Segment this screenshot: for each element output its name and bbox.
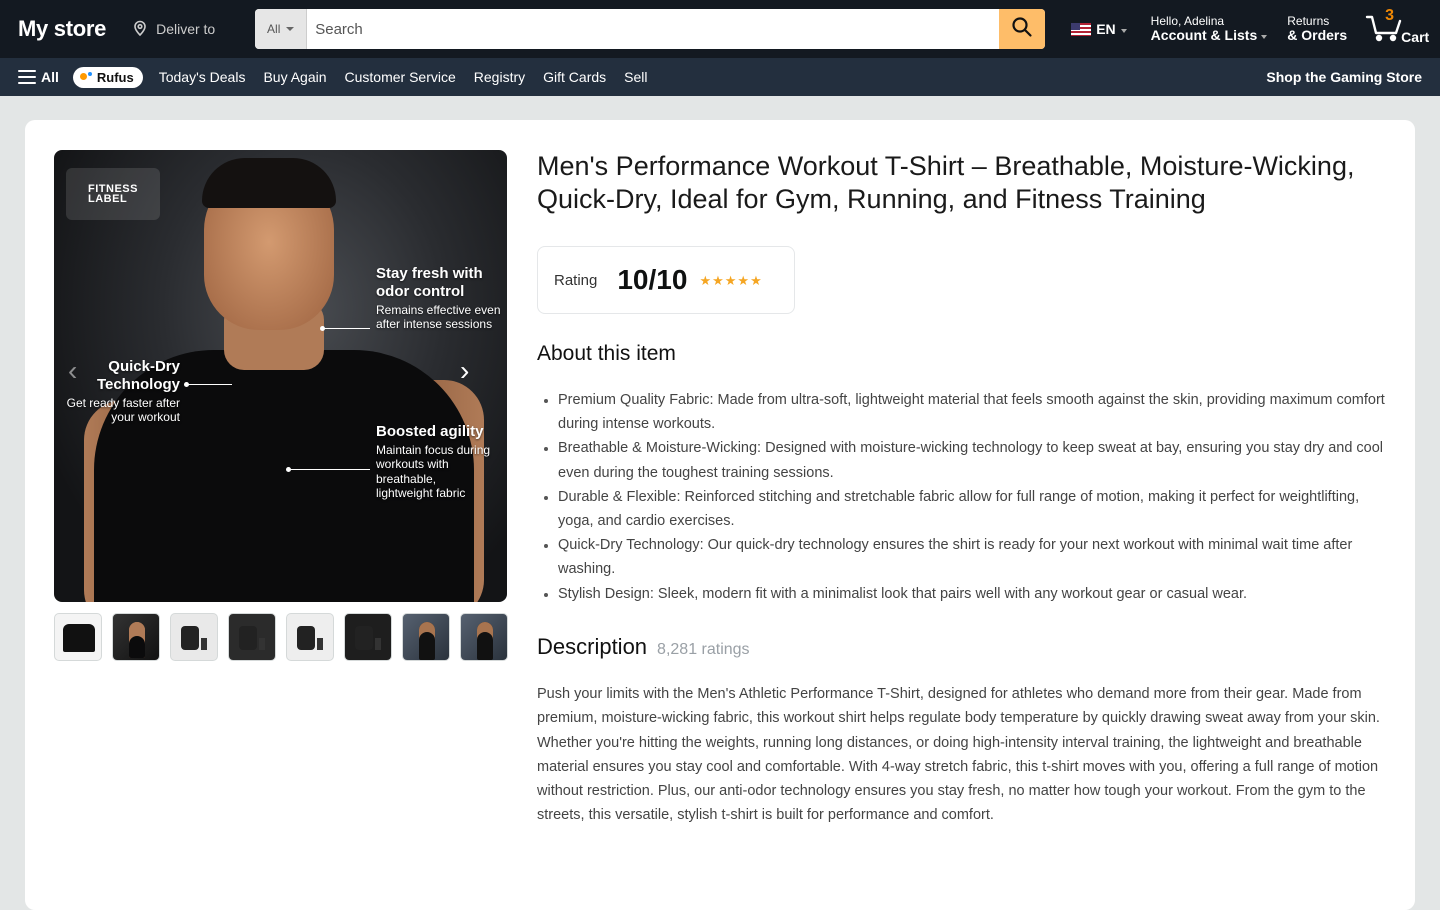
- star-icon: ★: [724, 272, 737, 288]
- main-product-image[interactable]: FITNESS LABEL Stay fresh with odor contr…: [54, 150, 507, 602]
- account-label: Account & Lists: [1150, 26, 1258, 43]
- feature-bullet: Quick-Dry Technology: Our quick-dry tech…: [537, 533, 1387, 581]
- nav-link-todays-deals[interactable]: Today's Deals: [159, 69, 246, 85]
- account-menu[interactable]: Hello, Adelina Account & Lists: [1151, 15, 1268, 42]
- search-category-select[interactable]: All: [255, 9, 308, 49]
- thumbnail-6[interactable]: [344, 613, 392, 661]
- deliver-to-label: Deliver to: [156, 21, 216, 37]
- thumbnail-3[interactable]: [170, 613, 218, 661]
- feature-bullet: Premium Quality Fabric: Made from ultra-…: [537, 388, 1387, 436]
- thumbnail-5[interactable]: [286, 613, 334, 661]
- feature-list: Premium Quality Fabric: Made from ultra-…: [537, 388, 1387, 606]
- chevron-down-icon: [286, 27, 295, 31]
- thumbnail-7[interactable]: [402, 613, 450, 661]
- star-icon: ★: [737, 272, 750, 288]
- search-icon: [1010, 15, 1034, 44]
- cart-button[interactable]: 3 Cart: [1365, 7, 1430, 47]
- thumbnail-2[interactable]: [112, 613, 160, 661]
- nav-link-sell[interactable]: Sell: [624, 69, 647, 85]
- description-header: Description 8,281 ratings: [537, 634, 750, 660]
- star-icon: ★: [750, 272, 762, 288]
- sub-nav: All Rufus Today's Deals Buy Again Custom…: [0, 58, 1440, 96]
- nav-link-gift-cards[interactable]: Gift Cards: [543, 69, 606, 85]
- callout-odor-control: Stay fresh with odor control Remains eff…: [376, 265, 501, 332]
- brand-logo: FITNESS LABEL: [66, 168, 160, 220]
- callout-line: [184, 382, 232, 387]
- us-flag-icon: [1071, 22, 1092, 36]
- cart-label: Cart: [1401, 29, 1430, 45]
- thumbnail-4[interactable]: [228, 613, 276, 661]
- nav-link-customer-service[interactable]: Customer Service: [345, 69, 456, 85]
- rating-label: Rating: [554, 271, 598, 289]
- feature-bullet: Durable & Flexible: Reinforced stitching…: [537, 485, 1387, 533]
- hamburger-icon: [18, 70, 36, 84]
- star-rating: ★ ★ ★ ★ ★: [699, 274, 761, 287]
- rating-box: Rating 10/10 ★ ★ ★ ★ ★: [537, 246, 795, 314]
- language-selector[interactable]: EN: [1071, 21, 1127, 37]
- feature-bullet: Stylish Design: Sleek, modern fit with a…: [537, 582, 1387, 606]
- store-logo[interactable]: My store: [18, 16, 106, 42]
- star-icon: ★: [699, 272, 712, 288]
- about-heading: About this item: [537, 342, 676, 365]
- deliver-to[interactable]: Deliver to: [132, 20, 215, 39]
- product-title: Men's Performance Workout T-Shirt – Brea…: [537, 151, 1355, 214]
- nav-link-gaming-store[interactable]: Shop the Gaming Store: [1266, 69, 1422, 85]
- product-card: FITNESS LABEL Stay fresh with odor contr…: [25, 120, 1415, 910]
- search-button[interactable]: [999, 9, 1046, 49]
- callout-line: [320, 326, 370, 331]
- thumbnail-8[interactable]: [460, 613, 508, 661]
- thumbnail-1[interactable]: [54, 613, 102, 661]
- chevron-left-icon[interactable]: ‹: [68, 357, 77, 385]
- chevron-down-icon: [1261, 35, 1268, 40]
- callout-line: [286, 467, 370, 472]
- callout-quick-dry: Quick-Dry Technology Get ready faster af…: [66, 358, 180, 425]
- rufus-icon: [79, 72, 92, 82]
- nav-link-buy-again[interactable]: Buy Again: [263, 69, 326, 85]
- rating-value: 10/10: [617, 264, 688, 295]
- nav-link-registry[interactable]: Registry: [474, 69, 525, 85]
- ratings-count[interactable]: 8,281 ratings: [657, 641, 750, 659]
- star-icon: ★: [712, 272, 724, 288]
- feature-bullet: Breathable & Moisture-Wicking: Designed …: [537, 436, 1387, 484]
- all-menu-button[interactable]: All: [18, 69, 59, 85]
- top-nav: My store Deliver to All EN Hello, Adelin…: [0, 0, 1440, 58]
- description-text: Push your limits with the Men's Athletic…: [537, 686, 1380, 824]
- rufus-button[interactable]: Rufus: [72, 66, 143, 88]
- thumbnail-strip: [54, 613, 508, 661]
- cart-count-badge: 3: [1385, 7, 1395, 24]
- chevron-down-icon: [1120, 29, 1127, 33]
- callout-agility: Boosted agility Maintain focus during wo…: [376, 423, 491, 501]
- returns-orders-link[interactable]: Returns & Orders: [1287, 15, 1347, 42]
- location-pin-icon: [132, 20, 148, 39]
- search-bar: All: [255, 9, 1046, 49]
- chevron-right-icon[interactable]: ›: [460, 357, 469, 385]
- search-input[interactable]: [307, 9, 1000, 49]
- description-heading: Description: [537, 634, 648, 659]
